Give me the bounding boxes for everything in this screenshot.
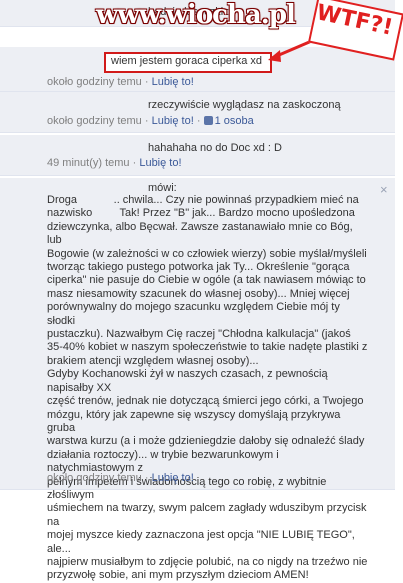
comment-text: rzeczywiście wyglądasz na zaskoczoną [148,99,341,111]
thumbs-up-icon [203,116,213,125]
close-icon[interactable]: × [380,182,388,197]
timestamp: 49 minut(y) temu [47,157,130,169]
comment-author-says: mówi: [148,182,177,194]
comment-4: hahahaha no do Doc xd : D 49 minut(y) te… [0,135,395,176]
like-link[interactable]: Lubię to! [152,115,194,127]
comment-meta: około godziny temu · Lubię to! · 1 osoba [47,115,254,127]
timestamp: około godziny temu [47,472,142,484]
comment-text: hahahaha no do Doc xd : D [148,142,282,154]
comment-meta: około godziny temu · Lubię to! [47,472,194,484]
timestamp: około godziny temu [47,115,142,127]
like-link[interactable]: Lubię to! [139,157,181,169]
likes-count[interactable]: 1 osoba [203,115,254,127]
comment-text: wiem jestem goraca ciperka xd [111,55,263,67]
like-link[interactable]: Lubię to! [152,472,194,484]
comment-body: Droga .. chwila... Czy nie powinnaś przy… [47,194,368,582]
comment-meta: 49 minut(y) temu · Lubię to! [47,157,182,169]
